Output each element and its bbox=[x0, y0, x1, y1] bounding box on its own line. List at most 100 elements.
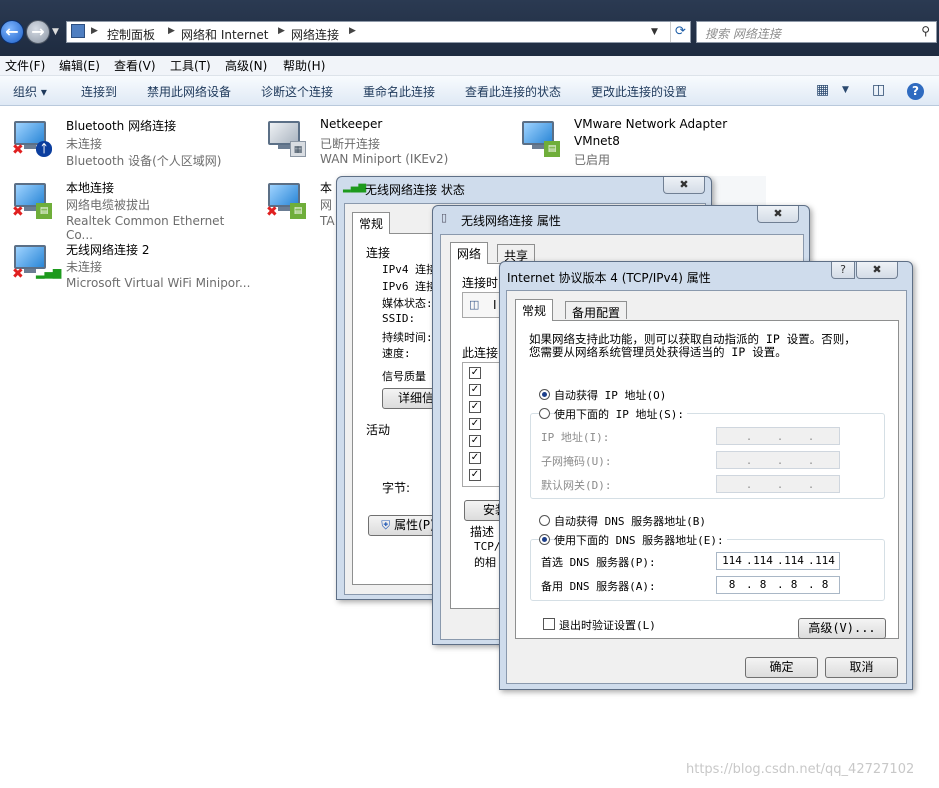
breadcrumb-control-panel[interactable]: 控制面板 bbox=[107, 26, 155, 43]
connection-item[interactable]: ✖ ▂▄▆ 无线网络连接 2 未连接 Microsoft Virtual WiFi… bbox=[12, 241, 252, 293]
validate-label[interactable]: 退出时验证设置(L) bbox=[559, 617, 656, 633]
item-checkbox[interactable]: ✓ bbox=[469, 452, 481, 464]
network-adapter-icon: ✖ ᛏ bbox=[12, 117, 52, 157]
ok-button[interactable]: 确定 bbox=[745, 657, 818, 678]
network-cable-icon: ▤ bbox=[544, 141, 560, 157]
menu-tools[interactable]: 工具(T) bbox=[170, 57, 211, 74]
ip-octet[interactable]: 8 bbox=[718, 578, 746, 591]
connection-device: TA bbox=[320, 214, 335, 228]
preview-pane-icon[interactable]: ◫ bbox=[872, 82, 885, 98]
ip-octet[interactable]: 114 bbox=[749, 554, 777, 567]
adapter-icon: ◫ bbox=[469, 298, 480, 311]
ip-octet[interactable]: 114 bbox=[780, 554, 808, 567]
connection-item[interactable]: ✖ ▤ 本 网 TA bbox=[266, 179, 346, 231]
connection-status: 未连接 bbox=[66, 137, 103, 151]
gateway-label: 默认网关(D): bbox=[541, 479, 612, 492]
auto-dns-label[interactable]: 自动获得 DNS 服务器地址(B) bbox=[554, 513, 706, 529]
ip-octet[interactable]: 8 bbox=[749, 578, 777, 591]
item-checkbox[interactable]: ✓ bbox=[469, 384, 481, 396]
item-checkbox[interactable]: ✓ bbox=[469, 367, 481, 379]
network-cable-icon: ▤ bbox=[36, 203, 52, 219]
watermark-text: https://blog.csdn.net/qq_42727102 bbox=[686, 762, 915, 777]
connection-status: VMnet8 bbox=[574, 134, 620, 148]
close-button[interactable]: ✖ bbox=[663, 177, 705, 194]
tab-networking[interactable]: 网络 bbox=[450, 242, 489, 264]
menu-edit[interactable]: 编辑(E) bbox=[59, 57, 100, 74]
connection-device: WAN Miniport (IKEv2) bbox=[320, 152, 449, 166]
dialog-title: 无线网络连接 状态 bbox=[365, 183, 465, 197]
manual-ip-label[interactable]: 使用下面的 IP 地址(S): bbox=[554, 406, 687, 422]
ip-octet[interactable]: 114 bbox=[811, 554, 839, 567]
connection-name: 无线网络连接 2 bbox=[66, 243, 150, 257]
alternate-dns-label: 备用 DNS 服务器(A): bbox=[541, 580, 656, 593]
breadcrumb-network-connections[interactable]: 网络连接 bbox=[291, 26, 339, 43]
item-checkbox[interactable]: ✓ bbox=[469, 435, 481, 447]
recent-pages-dropdown[interactable]: ▼ bbox=[52, 27, 59, 37]
connection-name: 本 bbox=[320, 181, 333, 195]
network-adapter-icon: ✖ ▤ bbox=[266, 179, 306, 219]
network-adapter-icon: ▦ bbox=[266, 117, 306, 157]
connection-item[interactable]: ✖ ᛏ Bluetooth 网络连接 未连接 Bluetooth 设备(个人区域网… bbox=[12, 117, 252, 169]
menu-file[interactable]: 文件(F) bbox=[5, 57, 45, 74]
preferred-dns-field[interactable]: 114 . 114 . 114 . 114 bbox=[716, 552, 840, 570]
view-status-button[interactable]: 查看此连接的状态 bbox=[465, 83, 561, 100]
connection-device: 已启用 bbox=[574, 153, 611, 167]
view-dropdown-icon[interactable]: ▼ bbox=[842, 85, 849, 95]
connection-name: Netkeeper bbox=[320, 117, 383, 131]
item-checkbox[interactable]: ✓ bbox=[469, 469, 481, 481]
rename-button[interactable]: 重命名此连接 bbox=[363, 83, 435, 100]
dialog-body: 常规 备用配置 如果网络支持此功能，则可以获取自动指派的 IP 设置。否则， 您… bbox=[506, 290, 907, 684]
menu-advanced[interactable]: 高级(N) bbox=[225, 57, 267, 74]
item-checkbox[interactable]: ✓ bbox=[469, 401, 481, 413]
cancel-button[interactable]: 取消 bbox=[825, 657, 898, 678]
menu-view[interactable]: 查看(V) bbox=[114, 57, 156, 74]
refresh-icon[interactable]: ⟳ bbox=[670, 22, 690, 42]
connection-item[interactable]: ▤ VMware Network Adapter VMnet8 已启用 bbox=[520, 117, 760, 169]
subnet-mask-field: ... bbox=[716, 451, 840, 469]
breadcrumb-network-internet[interactable]: 网络和 Internet bbox=[181, 26, 268, 43]
ssid-row: SSID: bbox=[382, 312, 416, 325]
auto-ip-label[interactable]: 自动获得 IP 地址(O) bbox=[554, 387, 666, 403]
help-button[interactable]: ? bbox=[831, 262, 855, 279]
disable-device-button[interactable]: 禁用此网络设备 bbox=[147, 83, 231, 100]
alternate-dns-field[interactable]: 8 . 8 . 8 . 8 bbox=[716, 576, 840, 594]
advanced-button[interactable]: 高级(V)... bbox=[798, 618, 886, 639]
back-button[interactable]: ← bbox=[0, 20, 24, 44]
tab-panel: 如果网络支持此功能，则可以获取自动指派的 IP 设置。否则， 您需要从网络系统管… bbox=[515, 320, 899, 639]
connection-item[interactable]: ✖ ▤ 本地连接 网络电缆被拔出 Realtek Common Ethernet … bbox=[12, 179, 252, 242]
help-icon[interactable]: ? bbox=[907, 83, 924, 100]
control-panel-icon bbox=[71, 24, 85, 38]
forward-button[interactable]: → bbox=[26, 20, 50, 44]
close-button[interactable]: ✖ bbox=[757, 206, 799, 223]
disconnected-x-icon: ✖ bbox=[12, 266, 24, 282]
tab-sharing[interactable]: 共享 bbox=[497, 244, 536, 263]
close-button[interactable]: ✖ bbox=[856, 262, 898, 279]
address-history-dropdown[interactable]: ▼ bbox=[651, 27, 658, 37]
connection-status: 已断开连接 bbox=[320, 137, 381, 151]
menu-help[interactable]: 帮助(H) bbox=[283, 57, 325, 74]
tab-general[interactable]: 常规 bbox=[352, 212, 391, 234]
connection-item[interactable]: ▦ Netkeeper 已断开连接 WAN Miniport (IKEv2) bbox=[266, 117, 506, 169]
search-icon[interactable]: ⚲ bbox=[921, 24, 930, 38]
diagnose-button[interactable]: 诊断这个连接 bbox=[261, 83, 333, 100]
manual-ip-radio[interactable] bbox=[539, 408, 550, 419]
view-options-icon[interactable]: ▦ bbox=[816, 82, 829, 98]
connection-device: Realtek Common Ethernet Co... bbox=[66, 214, 225, 242]
tab-general[interactable]: 常规 bbox=[515, 299, 554, 321]
item-checkbox[interactable]: ✓ bbox=[469, 418, 481, 430]
manual-dns-label[interactable]: 使用下面的 DNS 服务器地址(E): bbox=[554, 532, 727, 548]
manual-dns-radio[interactable] bbox=[539, 534, 550, 545]
change-settings-button[interactable]: 更改此连接的设置 bbox=[591, 83, 687, 100]
ip-octet[interactable]: 8 bbox=[811, 578, 839, 591]
address-field[interactable]: ▶ 控制面板 ▶ 网络和 Internet ▶ 网络连接 ▶ ▼ ⟳ bbox=[66, 21, 691, 43]
description-line: TCP/ bbox=[474, 540, 501, 553]
organize-button[interactable]: 组织 ▾ bbox=[13, 83, 47, 100]
search-input[interactable]: 搜索 网络连接 ⚲ bbox=[696, 21, 937, 43]
connect-to-button[interactable]: 连接到 bbox=[81, 83, 117, 100]
ip-octet[interactable]: 114 bbox=[718, 554, 746, 567]
auto-dns-radio[interactable] bbox=[539, 515, 550, 526]
validate-checkbox[interactable] bbox=[543, 618, 555, 630]
ip-octet[interactable]: 8 bbox=[780, 578, 808, 591]
tab-alternate-config[interactable]: 备用配置 bbox=[565, 301, 628, 320]
auto-ip-radio[interactable] bbox=[539, 389, 550, 400]
